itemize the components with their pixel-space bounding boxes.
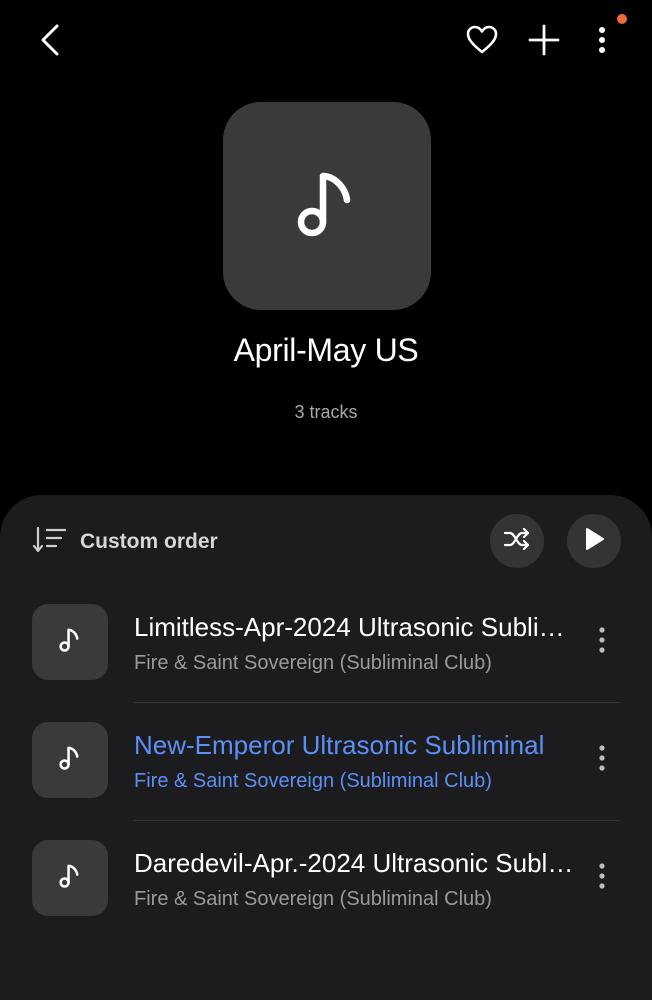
notification-dot bbox=[617, 14, 627, 24]
back-button[interactable] bbox=[28, 16, 72, 64]
vertical-dots-icon bbox=[599, 862, 605, 894]
playlist-title: April-May US bbox=[233, 332, 419, 368]
music-note-icon bbox=[295, 168, 359, 245]
track-more-button[interactable] bbox=[584, 622, 620, 662]
favorite-button[interactable] bbox=[460, 18, 504, 62]
play-icon bbox=[583, 527, 605, 556]
track-artist: Fire & Saint Sovereign (Subliminal Club) bbox=[134, 888, 492, 910]
track-row[interactable]: Limitless-Apr-2024 Ultrasonic Subliminal… bbox=[0, 584, 652, 702]
sort-order-icon bbox=[32, 525, 68, 560]
track-more-button[interactable] bbox=[584, 740, 620, 780]
vertical-dots-icon bbox=[599, 744, 605, 776]
track-title: Limitless-Apr-2024 Ultrasonic Subliminal bbox=[134, 612, 574, 642]
sort-order-label: Custom order bbox=[80, 530, 218, 553]
track-thumbnail bbox=[32, 722, 108, 798]
add-button[interactable] bbox=[522, 18, 566, 62]
track-thumbnail bbox=[32, 840, 108, 916]
chevron-left-icon bbox=[38, 23, 62, 57]
track-row[interactable]: New-Emperor Ultrasonic Subliminal Fire &… bbox=[0, 702, 652, 820]
plus-icon bbox=[528, 24, 560, 56]
music-note-icon bbox=[58, 863, 82, 894]
track-thumbnail bbox=[32, 604, 108, 680]
music-note-icon bbox=[58, 627, 82, 658]
track-count: 3 tracks bbox=[294, 402, 358, 422]
track-artist: Fire & Saint Sovereign (Subliminal Club) bbox=[134, 652, 492, 674]
vertical-dots-icon bbox=[599, 626, 605, 658]
heart-outline-icon bbox=[466, 25, 498, 55]
playlist-cover bbox=[223, 102, 431, 310]
sort-order-button[interactable]: Custom order bbox=[32, 524, 218, 560]
track-title: Daredevil-Apr.-2024 Ultrasonic Sublimina… bbox=[134, 848, 574, 878]
shuffle-icon bbox=[503, 527, 531, 556]
track-title: New-Emperor Ultrasonic Subliminal bbox=[134, 730, 545, 760]
track-artist: Fire & Saint Sovereign (Subliminal Club) bbox=[134, 770, 492, 792]
shuffle-button[interactable] bbox=[490, 514, 544, 568]
more-options-button[interactable] bbox=[580, 18, 624, 62]
vertical-dots-icon bbox=[598, 26, 606, 54]
play-button[interactable] bbox=[567, 514, 621, 568]
music-note-icon bbox=[58, 745, 82, 776]
track-more-button[interactable] bbox=[584, 858, 620, 898]
track-row[interactable]: Daredevil-Apr.-2024 Ultrasonic Sublimina… bbox=[0, 820, 652, 938]
